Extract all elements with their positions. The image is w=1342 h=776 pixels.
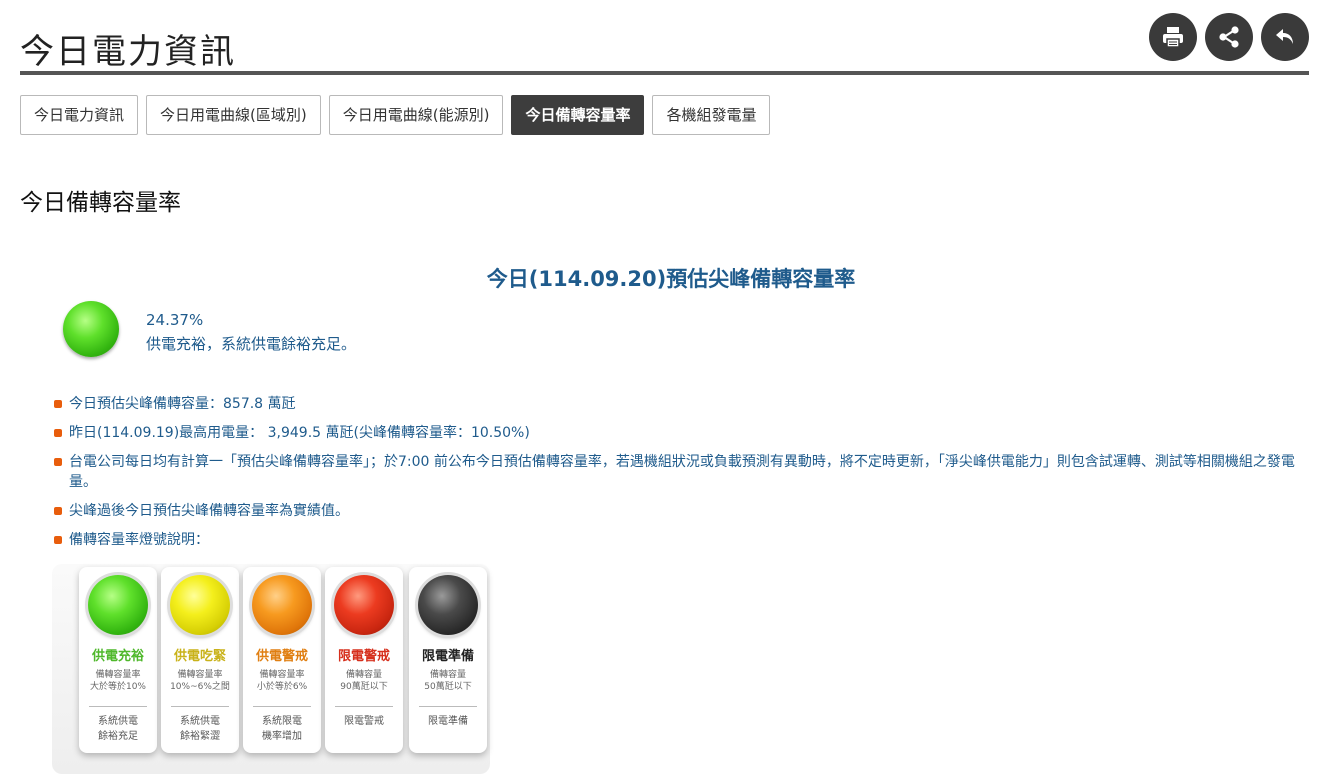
- tab-power-info[interactable]: 今日電力資訊: [20, 95, 139, 135]
- legend-desc: 備轉容量 50萬瓩以下: [424, 670, 472, 692]
- bullet-icon: [54, 400, 62, 408]
- note-text: 昨日(114.09.19)最高用電量： 3,949.5 萬瓩(尖峰備轉容量率：1…: [69, 425, 530, 441]
- title-divider: [20, 71, 1309, 75]
- forecast-title: 今日(114.09.20)預估尖峰備轉容量率: [486, 267, 856, 291]
- legend-divider: [89, 706, 147, 707]
- note-item: 今日預估尖峰備轉容量：857.8 萬瓩: [54, 394, 1310, 414]
- legend-title: 供電充裕: [91, 649, 144, 664]
- page-title: 今日電力資訊: [20, 32, 236, 72]
- legend-card-green: 供電充裕 備轉容量率 大於等於10% 系統供電 餘裕充足: [79, 567, 157, 753]
- note-text: 備轉容量率燈號說明：: [69, 532, 209, 548]
- legend-desc: 備轉容量率 10%~6%之間: [170, 670, 230, 692]
- legend-foot: 限電準備: [428, 716, 468, 727]
- tab-unit-generation[interactable]: 各機組發電量: [652, 95, 771, 135]
- tab-bar: 今日電力資訊 今日用電曲線(區域別) 今日用電曲線(能源別) 今日備轉容量率 各…: [20, 95, 771, 135]
- share-button[interactable]: [1205, 13, 1253, 61]
- note-text: 尖峰過後今日預估尖峰備轉容量率為實績值。: [69, 503, 349, 519]
- bullet-icon: [54, 429, 62, 437]
- legend-foot: 系統供電 餘裕緊澀: [180, 716, 220, 742]
- tab-reserve-margin[interactable]: 今日備轉容量率: [511, 95, 645, 135]
- reserve-margin-percent: 24.37%: [146, 311, 204, 329]
- legend-title: 供電警戒: [255, 649, 308, 664]
- green-lamp-icon: [88, 575, 148, 635]
- legend-title: 限電警戒: [337, 649, 390, 664]
- yellow-lamp-icon: [170, 575, 230, 635]
- black-lamp-icon: [418, 575, 478, 635]
- legend-divider: [253, 706, 311, 707]
- legend-foot: 系統限電 機率增加: [262, 716, 302, 742]
- note-item: 備轉容量率燈號說明：: [54, 530, 1310, 550]
- legend-title: 供電吃緊: [173, 649, 226, 664]
- notes-list: 今日預估尖峰備轉容量：857.8 萬瓩 昨日(114.09.19)最高用電量： …: [54, 394, 1310, 559]
- legend-foot: 限電警戒: [344, 716, 384, 727]
- share-icon: [1219, 26, 1239, 48]
- legend-desc: 備轉容量率 小於等於6%: [256, 670, 308, 692]
- legend-desc: 備轉容量 90萬瓩以下: [340, 670, 388, 692]
- legend-divider: [419, 706, 477, 707]
- back-button[interactable]: [1261, 13, 1309, 61]
- note-text: 今日預估尖峰備轉容量：857.8 萬瓩: [69, 396, 296, 412]
- note-item: 昨日(114.09.19)最高用電量： 3,949.5 萬瓩(尖峰備轉容量率：1…: [54, 423, 1310, 443]
- back-arrow-icon: [1276, 29, 1293, 44]
- legend-foot: 系統供電 餘裕充足: [98, 716, 138, 742]
- legend-card-red: 限電警戒 備轉容量 90萬瓩以下 限電警戒: [325, 567, 403, 753]
- orange-lamp-icon: [252, 575, 312, 635]
- red-lamp-icon: [334, 575, 394, 635]
- bullet-icon: [54, 507, 62, 515]
- bullet-icon: [54, 536, 62, 544]
- note-item: 尖峰過後今日預估尖峰備轉容量率為實績值。: [54, 501, 1310, 521]
- note-item: 台電公司每日均有計算一「預估尖峰備轉容量率」；於7:00 前公布今日預估備轉容量…: [54, 452, 1310, 492]
- legend-card-orange: 供電警戒 備轉容量率 小於等於6% 系統限電 機率增加: [243, 567, 321, 753]
- legend-card-black: 限電準備 備轉容量 50萬瓩以下 限電準備: [409, 567, 487, 753]
- legend-divider: [335, 706, 393, 707]
- legend-card-yellow: 供電吃緊 備轉容量率 10%~6%之間 系統供電 餘裕緊澀: [161, 567, 239, 753]
- tab-load-curve-source[interactable]: 今日用電曲線(能源別): [328, 95, 504, 135]
- bullet-icon: [54, 458, 62, 466]
- supply-status-text: 供電充裕，系統供電餘裕充足。: [146, 335, 357, 353]
- print-button[interactable]: [1149, 13, 1197, 61]
- tab-load-curve-region[interactable]: 今日用電曲線(區域別): [146, 95, 321, 135]
- legend-title: 限電準備: [421, 649, 474, 664]
- note-text: 台電公司每日均有計算一「預估尖峰備轉容量率」；於7:00 前公布今日預估備轉容量…: [69, 454, 1295, 490]
- legend-divider: [171, 706, 229, 707]
- printer-icon: [1163, 27, 1183, 48]
- legend-desc: 備轉容量率 大於等於10%: [89, 670, 146, 692]
- section-title: 今日備轉容量率: [20, 190, 181, 216]
- green-status-lamp: [63, 301, 119, 357]
